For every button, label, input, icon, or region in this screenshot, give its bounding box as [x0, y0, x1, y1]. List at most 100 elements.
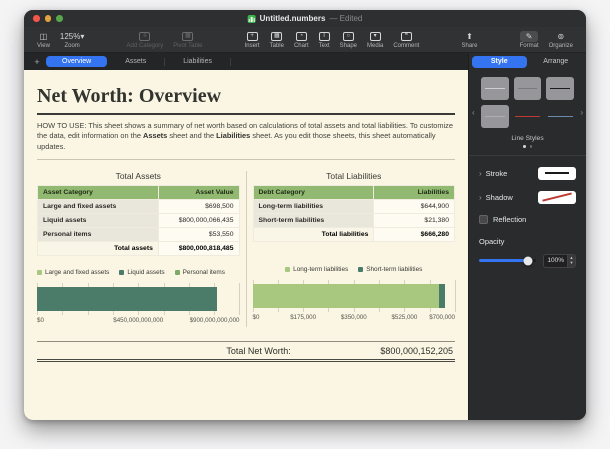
toolbar: ◫ View 125% ▾ Zoom ≡ Add Category ▦ Pivo… — [24, 27, 586, 53]
legend-swatch — [37, 270, 42, 276]
legend-swatch — [285, 267, 291, 273]
view-button[interactable]: ◫ View — [37, 31, 50, 49]
pivot-table-button: ▦ Pivot Table — [173, 31, 202, 49]
disclosure-icon[interactable]: › — [479, 169, 482, 178]
liabilities-chart-axis: $0 $175,000 $350,000 $525,000 $700,000 — [252, 314, 456, 322]
opacity-slider[interactable] — [479, 256, 537, 265]
zoom-button[interactable]: 125% ▾ Zoom — [60, 31, 84, 49]
insert-button[interactable]: + Insert — [245, 31, 260, 49]
close-button[interactable] — [33, 15, 40, 22]
tab-style[interactable]: Style — [472, 55, 527, 68]
add-sheet-button[interactable]: + — [30, 57, 44, 67]
sheet-tabbar: + Overview Assets Liabilities — [24, 53, 468, 70]
format-button[interactable]: ✎ Format — [520, 30, 539, 49]
legend-swatch — [358, 267, 364, 273]
tab-overview[interactable]: Overview — [46, 56, 108, 67]
assets-chart-legend: Large and fixed assets Liquid assets Per… — [37, 269, 240, 276]
edited-status: — Edited — [329, 14, 363, 23]
liabilities-chart-plot — [252, 280, 456, 313]
line-style-swatch[interactable] — [514, 105, 542, 128]
text-icon: T — [318, 31, 330, 42]
table-header-row: Debt Category Liabilities — [252, 185, 455, 201]
line-style-swatch[interactable] — [481, 77, 509, 100]
pagination-dots[interactable] — [469, 145, 586, 148]
chart-icon: ◔ — [295, 31, 307, 42]
shape-icon: ○ — [342, 31, 354, 42]
chart-button[interactable]: ◔ Chart — [294, 31, 309, 49]
liabilities-chart-legend: Long-term liabilities Short-term liabili… — [253, 266, 456, 273]
opacity-section: Opacity 100% ▲ ▼ — [469, 237, 586, 268]
net-worth-label: Total Net Worth: — [226, 345, 291, 356]
column-divider — [245, 171, 247, 328]
add-category-button: ≡ Add Category — [127, 31, 163, 49]
liabilities-chart[interactable]: Long-term liabilities Short-term liabili… — [252, 266, 456, 324]
tab-liabilities[interactable]: Liabilities — [167, 56, 228, 67]
table-row[interactable]: Large and fixed assets $698,500 — [37, 199, 240, 215]
sheet-canvas: Net Worth: Overview HOW TO USE: This she… — [24, 70, 468, 420]
pivot-table-icon: ▦ — [182, 31, 194, 42]
traffic-lights — [33, 15, 63, 22]
assets-column: Total Assets Asset Category Asset Value … — [37, 171, 241, 327]
sheet-title: Net Worth: Overview — [37, 85, 455, 115]
table-header-row: Asset Category Asset Value — [37, 185, 240, 201]
assets-table[interactable]: Asset Category Asset Value Large and fix… — [37, 185, 240, 257]
organize-button[interactable]: ⊚ Organize — [549, 31, 573, 49]
titlebar: Untitled.numbers — Edited — [24, 10, 586, 27]
line-style-swatch[interactable] — [546, 105, 574, 128]
minimize-button[interactable] — [44, 15, 51, 22]
numbers-doc-icon — [247, 14, 256, 23]
table-row[interactable]: Short-term liabilities $21,380 — [252, 213, 455, 229]
legend-swatch — [174, 270, 180, 276]
fullscreen-button[interactable] — [56, 15, 63, 22]
slider-thumb[interactable] — [523, 256, 533, 265]
liabilities-bar — [252, 284, 456, 309]
comment-button[interactable]: ❝ Comment — [393, 31, 419, 49]
assets-bar — [37, 287, 240, 312]
line-style-swatch[interactable] — [481, 105, 509, 128]
format-inspector: Style Arrange ‹ › Line Styles › Stroke ›… — [468, 53, 586, 420]
numbers-window: Untitled.numbers — Edited ◫ View 125% ▾ … — [24, 10, 586, 420]
assets-chart-plot — [37, 283, 241, 316]
shape-button[interactable]: ○ Shape — [340, 31, 357, 49]
table-total-row[interactable]: Total assets $800,000,818,485 — [37, 241, 240, 257]
liabilities-table[interactable]: Debt Category Liabilities Long-term liab… — [252, 185, 456, 243]
table-button[interactable]: ▦ Table — [270, 31, 284, 49]
disclosure-icon[interactable]: › — [479, 193, 482, 202]
share-icon: ⬆ — [466, 31, 473, 41]
table-total-row[interactable]: Total liabilities $666,280 — [252, 227, 455, 243]
media-button[interactable]: ▾ Media — [367, 31, 383, 49]
chevron-left-icon[interactable]: ‹ — [472, 108, 475, 117]
tab-assets[interactable]: Assets — [109, 56, 162, 67]
net-worth-value: $800,000,152,205 — [380, 345, 453, 356]
tab-arrange[interactable]: Arrange — [529, 56, 584, 68]
chevron-right-icon[interactable]: › — [580, 108, 583, 117]
stroke-preview-button[interactable] — [538, 166, 576, 180]
shadow-preview-button[interactable] — [538, 190, 576, 204]
stepper-arrows-icon[interactable]: ▲ ▼ — [567, 254, 575, 267]
howto-text: HOW TO USE: This sheet shows a summary o… — [37, 121, 453, 151]
line-style-swatch[interactable] — [513, 77, 542, 100]
document-title: Untitled.numbers — [259, 14, 326, 23]
text-button[interactable]: T Text — [318, 31, 330, 49]
table-icon: ▦ — [271, 31, 283, 42]
divider-line — [37, 159, 455, 161]
zoom-level: 125% ▾ — [59, 31, 85, 41]
assets-chart[interactable]: Large and fixed assets Liquid assets Per… — [37, 269, 241, 327]
table-row[interactable]: Liquid assets $800,000,066,435 — [37, 213, 240, 229]
opacity-stepper[interactable]: 100% ▲ ▼ — [543, 253, 576, 268]
add-category-icon: ≡ — [139, 31, 151, 42]
liabilities-table-title: Total Liabilities — [326, 171, 382, 182]
table-row[interactable]: Personal items $53,550 — [37, 227, 240, 243]
opacity-label: Opacity — [479, 236, 505, 246]
line-style-presets: ‹ › — [469, 70, 586, 128]
window-title: Untitled.numbers — Edited — [247, 14, 363, 23]
line-style-swatch[interactable] — [546, 77, 574, 100]
share-button[interactable]: ⬆ Share — [461, 31, 477, 49]
reflection-row[interactable]: Reflection — [469, 214, 586, 224]
shadow-row[interactable]: › Shadow — [469, 190, 586, 204]
stroke-row[interactable]: › Stroke — [469, 166, 586, 180]
net-worth-row[interactable]: Total Net Worth: $800,000,152,205 — [37, 341, 455, 363]
inspector-tabs: Style Arrange — [469, 53, 586, 70]
table-row[interactable]: Long-term liabilities $644,900 — [252, 199, 455, 215]
reflection-checkbox[interactable] — [479, 214, 488, 224]
